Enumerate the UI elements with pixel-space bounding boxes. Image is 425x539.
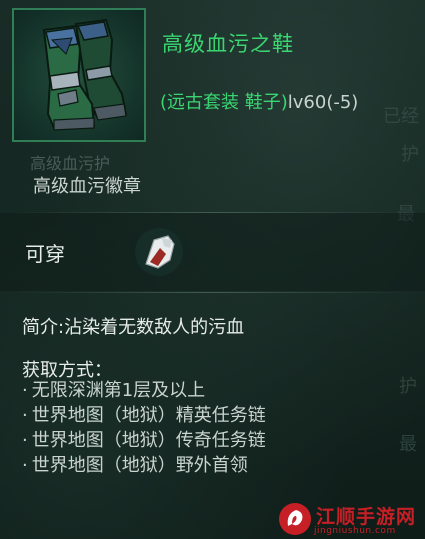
- green-boots-icon: [42, 18, 128, 131]
- obtain-item-text: 世界地图（地狱）精英任务链: [31, 405, 266, 426]
- item-level: lv60(-5): [287, 92, 359, 113]
- wear-status-label: 可穿: [25, 242, 65, 266]
- site-watermark: 江顺手游网 jingniushun.com: [270, 500, 425, 539]
- item-subtitle: (远古套装 鞋子)lv60(-5): [160, 88, 358, 114]
- divider: [12, 292, 412, 293]
- obtain-item-text: 世界地图（地狱）传奇任务链: [31, 430, 266, 451]
- item-tooltip-panel: 已经 护 最 护 最 高级血污之鞋 (远古套装 鞋子)lv60(-5) 高级血污…: [0, 0, 425, 539]
- obtain-method-list: · 无限深渊第1层及以上 · 世界地图（地狱）精英任务链 · 世界地图（地狱）传奇任务…: [22, 378, 266, 478]
- set-faded-line: 高级血污护: [30, 154, 111, 173]
- item-description: 简介:沾染着无数敌人的污血: [22, 317, 245, 338]
- equip-hand-icon: [132, 226, 186, 282]
- background-ghost-text: 护: [399, 376, 417, 397]
- watermark-url: jingniushun.com: [314, 526, 396, 536]
- list-item: · 世界地图（地狱）传奇任务链: [22, 430, 266, 451]
- item-name: 高级血污之鞋: [162, 32, 294, 56]
- watermark-logo-icon: [279, 503, 311, 535]
- watermark-text: 江顺手游网: [316, 506, 417, 528]
- background-ghost-text: 已经: [383, 106, 419, 127]
- set-item-name: 高级血污徽章: [33, 176, 141, 197]
- item-set-slot: (远古套装 鞋子): [160, 92, 288, 113]
- obtain-item-text: 世界地图（地狱）野外首领: [31, 455, 248, 476]
- background-ghost-text: 护: [401, 144, 419, 165]
- obtain-item-text: 无限深渊第1层及以上: [31, 380, 206, 401]
- background-ghost-text: 最: [399, 434, 417, 455]
- list-item: · 世界地图（地狱）野外首领: [22, 455, 248, 476]
- list-item: · 无限深渊第1层及以上: [22, 380, 206, 401]
- item-icon-frame: [12, 8, 146, 142]
- list-item: · 世界地图（地狱）精英任务链: [22, 405, 266, 426]
